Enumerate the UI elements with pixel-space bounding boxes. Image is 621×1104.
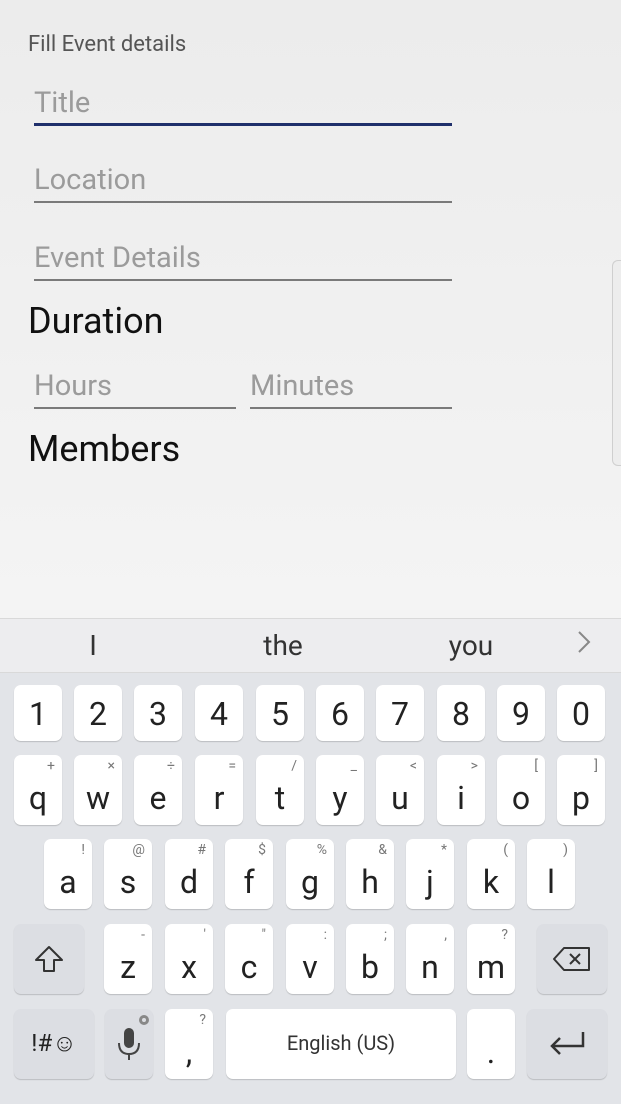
key-0[interactable]: 0 bbox=[557, 685, 605, 741]
shift-arrow-icon bbox=[35, 946, 63, 972]
key-5[interactable]: 5 bbox=[256, 685, 304, 741]
key-s[interactable]: @ s bbox=[104, 839, 152, 909]
event-details-input[interactable] bbox=[34, 237, 452, 281]
microphone-key[interactable] bbox=[105, 1009, 153, 1079]
key-p[interactable]: ] p bbox=[557, 755, 605, 825]
members-heading: Members bbox=[28, 428, 181, 470]
symbols-key[interactable]: !#☺ bbox=[14, 1009, 94, 1079]
key-6[interactable]: 6 bbox=[316, 685, 364, 741]
key-y[interactable]: _ y bbox=[316, 755, 364, 825]
duration-heading: Duration bbox=[28, 300, 164, 342]
key-4[interactable]: 4 bbox=[195, 685, 243, 741]
key-3[interactable]: 3 bbox=[134, 685, 182, 741]
key-x[interactable]: ' x bbox=[165, 924, 213, 994]
section-label: Fill Event details bbox=[28, 32, 187, 57]
backspace-key[interactable] bbox=[537, 924, 607, 994]
microphone-icon bbox=[118, 1028, 140, 1060]
space-key[interactable]: English (US) bbox=[226, 1009, 456, 1079]
key-1[interactable]: 1 bbox=[14, 685, 62, 741]
key-2[interactable]: 2 bbox=[74, 685, 122, 741]
scroll-handle[interactable] bbox=[612, 260, 621, 466]
key-z[interactable]: -z bbox=[104, 924, 152, 994]
settings-gear-icon bbox=[139, 1015, 149, 1025]
key-a[interactable]: ! a bbox=[44, 839, 92, 909]
key-h[interactable]: & h bbox=[346, 839, 394, 909]
key-7[interactable]: 7 bbox=[376, 685, 424, 741]
key-e[interactable]: ÷ e bbox=[134, 755, 182, 825]
comma-key[interactable]: ? , bbox=[165, 1009, 213, 1079]
hours-input[interactable] bbox=[34, 365, 236, 409]
key-i[interactable]: > i bbox=[437, 755, 485, 825]
minutes-input[interactable] bbox=[250, 365, 452, 409]
shift-key[interactable] bbox=[14, 924, 84, 994]
key-c[interactable]: " c bbox=[225, 924, 273, 994]
key-v[interactable]: :v bbox=[286, 924, 334, 994]
key-m[interactable]: ? m bbox=[467, 924, 515, 994]
suggestion-item[interactable]: you bbox=[449, 629, 493, 662]
suggestion-bar: I the you bbox=[0, 618, 621, 673]
key-t[interactable]: / t bbox=[256, 755, 304, 825]
keyboard: 1 2 3 4 5 6 7 8 9 0 + q × w ÷ e = r / t _ y < u… bbox=[0, 673, 621, 1104]
period-key[interactable]: . bbox=[467, 1009, 515, 1079]
key-b[interactable]: ; b bbox=[346, 924, 394, 994]
key-q[interactable]: + q bbox=[14, 755, 62, 825]
key-u[interactable]: < u bbox=[376, 755, 424, 825]
enter-icon bbox=[550, 1032, 585, 1055]
location-input[interactable] bbox=[34, 159, 452, 203]
key-9[interactable]: 9 bbox=[497, 685, 545, 741]
event-form: Fill Event details Duration Members bbox=[0, 0, 621, 618]
key-n[interactable]: ,n bbox=[406, 924, 454, 994]
key-d[interactable]: # d bbox=[165, 839, 213, 909]
chevron-right-icon[interactable] bbox=[576, 629, 596, 659]
enter-key[interactable] bbox=[527, 1009, 607, 1079]
key-o[interactable]: [o bbox=[497, 755, 545, 825]
key-w[interactable]: × w bbox=[74, 755, 122, 825]
key-f[interactable]: $ f bbox=[225, 839, 273, 909]
backspace-icon bbox=[553, 947, 590, 971]
key-l[interactable]: ) l bbox=[527, 839, 575, 909]
suggestion-item[interactable]: the bbox=[263, 629, 302, 662]
key-8[interactable]: 8 bbox=[437, 685, 485, 741]
title-input[interactable] bbox=[34, 82, 452, 126]
key-g[interactable]: % g bbox=[286, 839, 334, 909]
key-k[interactable]: (k bbox=[467, 839, 515, 909]
key-r[interactable]: = r bbox=[195, 755, 243, 825]
key-j[interactable]: * j bbox=[406, 839, 454, 909]
suggestion-item[interactable]: I bbox=[89, 629, 97, 662]
